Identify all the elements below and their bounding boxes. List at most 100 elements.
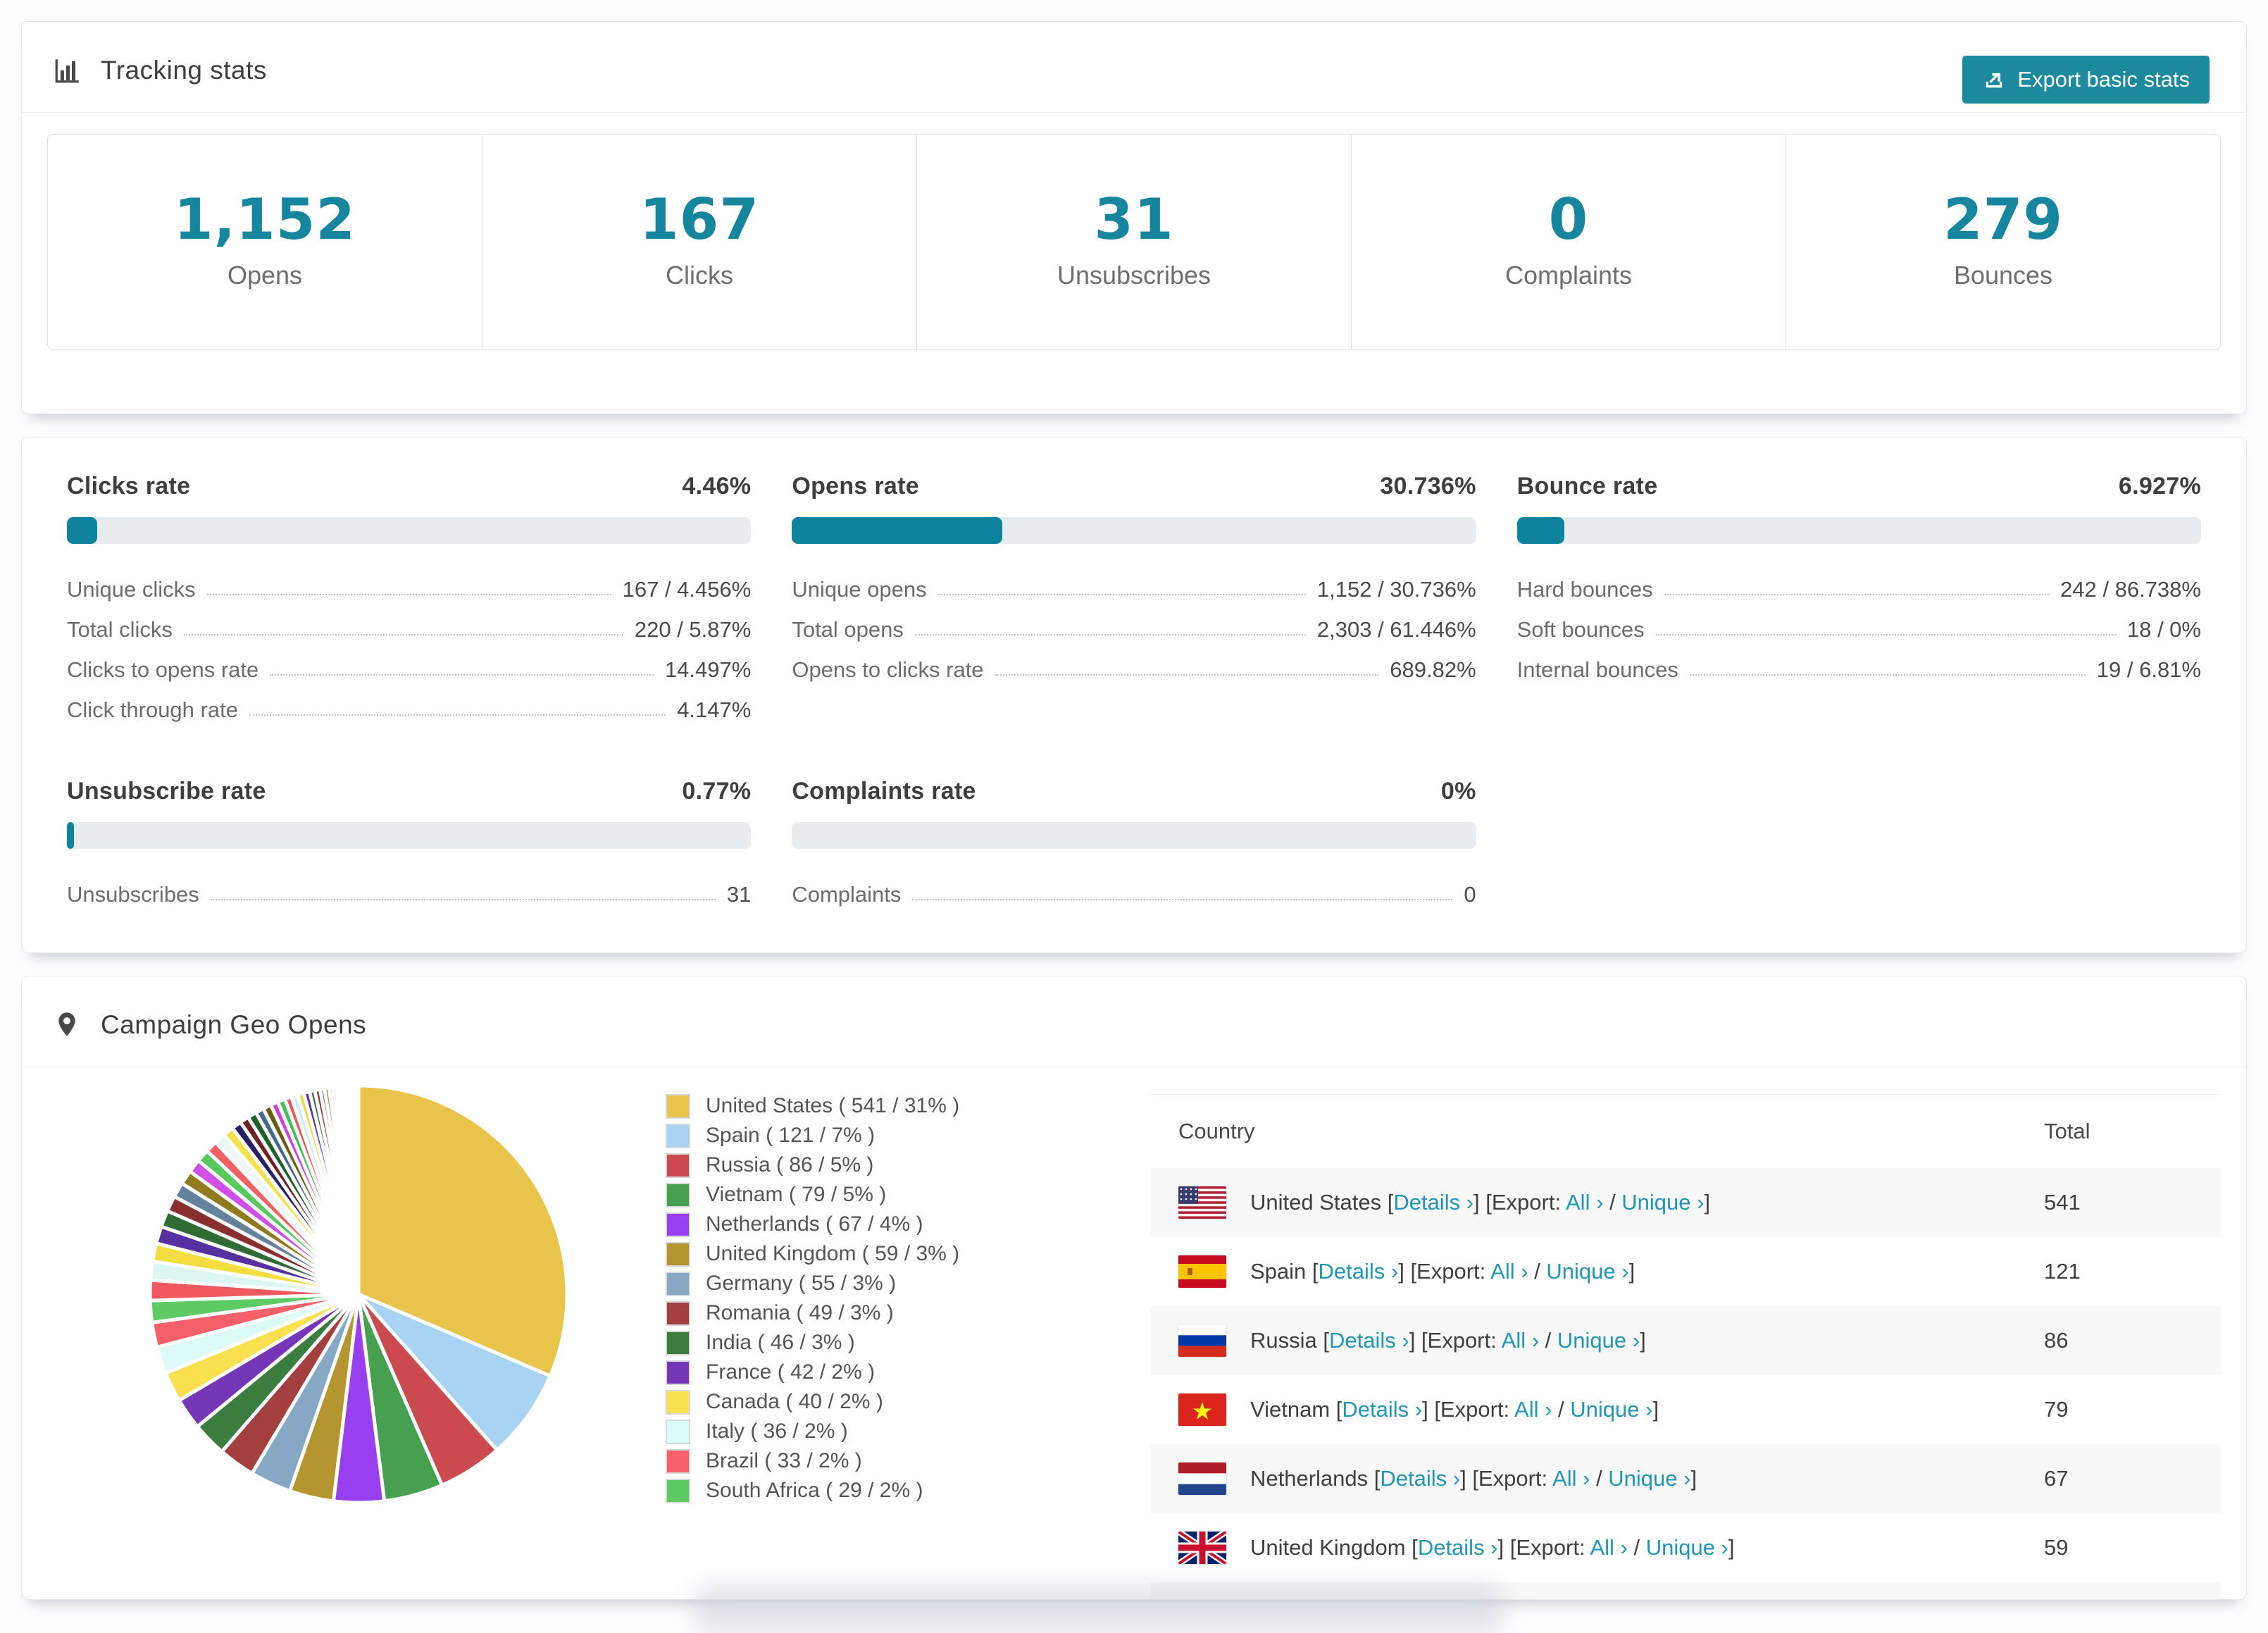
rate-rows: Complaints 0 (792, 869, 1476, 909)
country-cell-vn: Vietnam [Details ›] [Export: All › / Uni… (1150, 1375, 2016, 1444)
rate-row-value: 4.147% (677, 697, 752, 722)
details-link[interactable]: Details › (1380, 1466, 1460, 1491)
geo-pie-chart (140, 1076, 577, 1516)
legend-item-spain: Spain ( 121 / 7% ) (666, 1121, 959, 1150)
export-unique-link[interactable]: Unique › (1621, 1190, 1704, 1215)
rate-value: 30.736% (1380, 473, 1476, 499)
export-unique-link[interactable]: Unique › (1557, 1328, 1640, 1353)
country-cell-nl: Netherlands [Details ›] [Export: All › /… (1150, 1444, 2016, 1513)
rate-row: Unique opens 1,152 / 30.736% (792, 564, 1476, 604)
legend-item-netherlands: Netherlands ( 67 / 4% ) (666, 1210, 959, 1239)
rate-title: Opens rate (792, 473, 919, 499)
below-fold-shadow (694, 1584, 1504, 1633)
rate-title: Complaints rate (792, 778, 976, 805)
details-link[interactable]: Details › (1319, 1259, 1399, 1284)
legend-swatch (666, 1153, 690, 1178)
legend-swatch (666, 1182, 690, 1207)
geo-opens-title: Campaign Geo Opens (101, 1010, 367, 1039)
country-column-header: Country (1178, 1119, 1255, 1143)
export-all-link[interactable]: All › (1514, 1397, 1552, 1422)
dotted-leader (1655, 634, 2116, 635)
rate-value: 0% (1440, 778, 1476, 805)
export-unique-link[interactable]: Unique › (1570, 1397, 1652, 1422)
stat-label: Opens (227, 261, 303, 290)
legend-label: Brazil ( 33 / 2% ) (706, 1449, 862, 1472)
bar-chart-icon (53, 56, 82, 85)
legend-item-romania: Romania ( 49 / 3% ) (666, 1298, 959, 1328)
rate-row-label: Unique opens (792, 577, 927, 602)
rate-panel-opens-rate: Opens rate 30.736% Unique opens 1,152 / 30.… (792, 473, 1476, 724)
legend-label: France ( 42 / 2% ) (706, 1360, 876, 1384)
country-cell-content: Netherlands [Details ›] [Export: All › /… (1178, 1463, 2015, 1495)
dotted-leader (206, 594, 611, 595)
rate-row-label: Opens to clicks rate (792, 657, 984, 682)
progress-bar-fill (1516, 517, 1564, 544)
dotted-leader (183, 634, 623, 635)
progress-bar-fill (67, 822, 74, 849)
dotted-leader (912, 899, 1453, 900)
export-button-label: Export basic stats (2017, 67, 2190, 92)
details-link[interactable]: Details › (1393, 1190, 1473, 1215)
rate-row-value: 242 / 86.738% (2060, 577, 2201, 602)
country-total: 86 (2016, 1306, 2221, 1375)
page-title: Tracking stats (101, 56, 267, 85)
rate-row: Clicks to opens rate 14.497% (67, 644, 751, 684)
legend-label: Russia ( 86 / 5% ) (706, 1153, 874, 1176)
table-row-ru: Russia [Details ›] [Export: All › / Uniq… (1150, 1306, 2221, 1375)
legend-label: Canada ( 40 / 2% ) (706, 1390, 883, 1413)
progress-bar-fill (792, 517, 1002, 544)
summary-stat-opens: 1,152 Opens (48, 135, 482, 349)
legend-item-france: France ( 42 / 2% ) (666, 1358, 959, 1387)
rate-row-label: Clicks to opens rate (67, 657, 259, 682)
rate-head: Unsubscribe rate 0.77% (67, 778, 751, 805)
rate-head: Complaints rate 0% (792, 778, 1476, 805)
export-unique-link[interactable]: Unique › (1546, 1259, 1628, 1284)
rate-row: Hard bounces 242 / 86.738% (1517, 564, 2201, 604)
details-link[interactable]: Details › (1342, 1397, 1422, 1422)
legend-item-vietnam: Vietnam ( 79 / 5% ) (666, 1180, 959, 1210)
rate-row-label: Soft bounces (1516, 617, 1645, 642)
rate-rows: Unsubscribes 31 (67, 869, 751, 909)
progress-bar (67, 517, 752, 544)
rate-row-value: 14.497% (664, 657, 752, 682)
legend-label: United Kingdom ( 59 / 3% ) (706, 1242, 960, 1265)
rates-grid: Clicks rate 4.46% Unique clicks 167 / 4.456… (22, 437, 2246, 952)
details-link[interactable]: Details › (1329, 1328, 1409, 1353)
dashboard-page: Tracking stats Export basic stats 1,152 O… (0, 0, 2268, 1633)
export-all-link[interactable]: All › (1566, 1190, 1603, 1215)
stat-label: Bounces (1953, 261, 2053, 290)
export-all-link[interactable]: All › (1502, 1328, 1539, 1353)
export-basic-stats-button[interactable]: Export basic stats (1962, 56, 2210, 104)
rate-row: Soft bounces 18 / 0% (1517, 604, 2201, 644)
rate-row-value: 18 / 0% (2126, 617, 2201, 642)
progress-bar (1516, 517, 2201, 544)
rate-row-value: 19 / 6.81% (2096, 657, 2201, 682)
flag-gb-icon (1178, 1532, 1226, 1564)
country-total: 59 (2044, 1535, 2069, 1560)
details-link[interactable]: Details › (1418, 1535, 1498, 1560)
geo-opens-card: Campaign Geo Opens United States ( 541 /… (21, 976, 2247, 1600)
export-icon (1986, 73, 2002, 88)
rate-row-label: Total clicks (67, 617, 173, 642)
export-all-link[interactable]: All › (1490, 1259, 1528, 1284)
pie-slice-other[interactable] (356, 1084, 361, 1296)
export-all-link[interactable]: All › (1552, 1466, 1590, 1491)
legend-item-brazil: Brazil ( 33 / 2% ) (666, 1446, 959, 1476)
rate-row-label: Internal bounces (1516, 657, 1678, 682)
legend-swatch (666, 1389, 690, 1415)
country-cell-us: United States [Details ›] [Export: All ›… (1150, 1168, 2016, 1237)
legend-item-united-kingdom: United Kingdom ( 59 / 3% ) (666, 1239, 959, 1269)
dotted-leader (914, 634, 1306, 635)
export-unique-link[interactable]: Unique › (1646, 1535, 1728, 1560)
geo-opens-body: United States ( 541 / 31% ) Spain ( 121 /… (22, 1067, 2246, 1599)
country-total: 67 (2016, 1444, 2221, 1513)
legend-swatch (666, 1123, 690, 1148)
export-unique-link[interactable]: Unique › (1608, 1466, 1690, 1491)
rate-row: Unique clicks 167 / 4.456% (67, 564, 751, 604)
progress-bar-fill (67, 517, 98, 544)
export-all-link[interactable]: All › (1590, 1535, 1627, 1560)
country-cell-ru: Russia [Details ›] [Export: All › / Uniq… (1150, 1306, 2016, 1375)
rate-row: Total opens 2,303 / 61.446% (792, 604, 1476, 644)
geo-opens-header: Campaign Geo Opens (22, 976, 2246, 1067)
rate-row: Internal bounces 19 / 6.81% (1517, 644, 2201, 684)
